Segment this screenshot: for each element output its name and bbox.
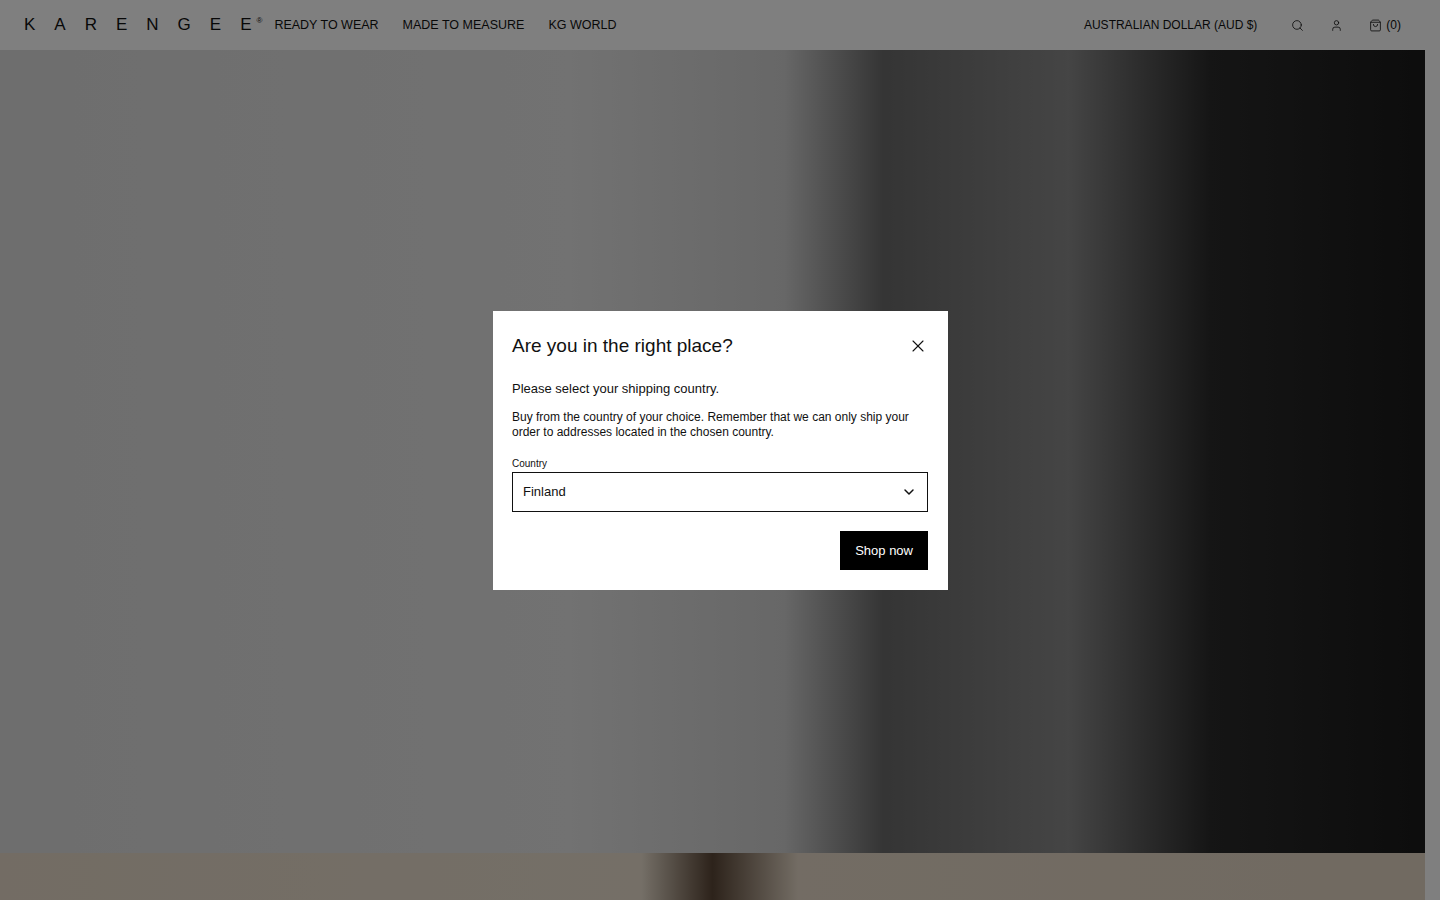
modal-title: Are you in the right place? bbox=[512, 335, 733, 357]
modal-header: Are you in the right place? bbox=[512, 335, 928, 357]
country-value: Finland bbox=[523, 484, 566, 499]
country-label: Country bbox=[512, 458, 928, 469]
country-modal: Are you in the right place? Please select… bbox=[493, 311, 948, 590]
country-select[interactable]: Finland bbox=[512, 472, 928, 512]
modal-actions: Shop now bbox=[512, 531, 928, 570]
modal-body: Buy from the country of your choice. Rem… bbox=[512, 410, 928, 440]
close-icon bbox=[908, 336, 928, 356]
page: KARENGEE®READY TO WEARMADE TO MEASUREKG … bbox=[0, 0, 1440, 900]
shop-now-button[interactable]: Shop now bbox=[840, 531, 928, 570]
modal-overlay[interactable]: Are you in the right place? Please select… bbox=[0, 0, 1440, 900]
modal-subtitle: Please select your shipping country. bbox=[512, 381, 928, 396]
chevron-down-icon bbox=[901, 484, 917, 500]
close-button[interactable] bbox=[908, 336, 928, 356]
